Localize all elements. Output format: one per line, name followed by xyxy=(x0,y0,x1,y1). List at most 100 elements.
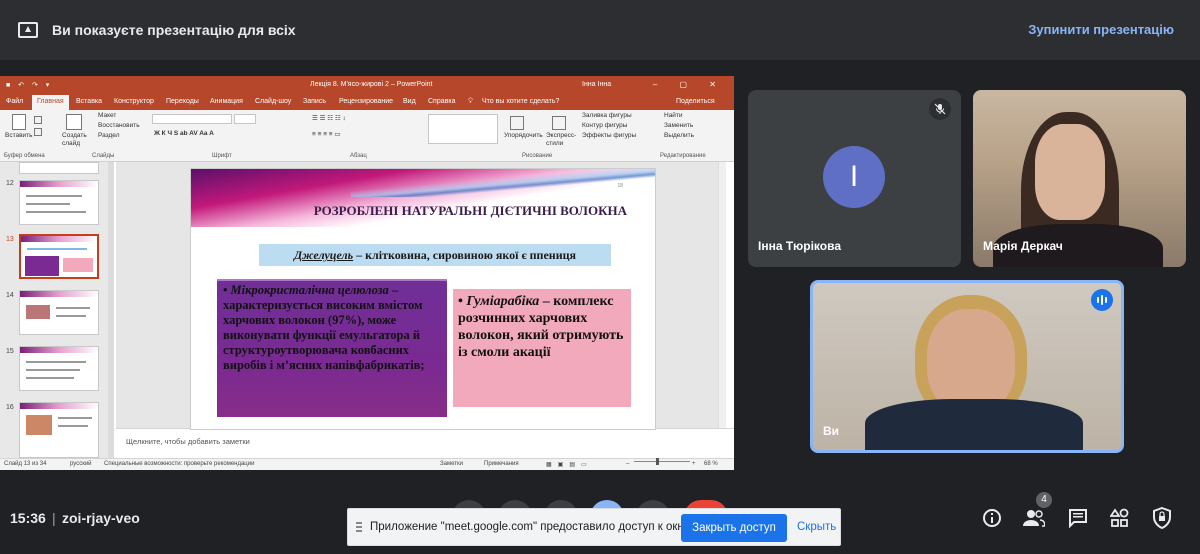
notes-toggle[interactable]: Заметки xyxy=(440,461,463,467)
paragraph-buttons[interactable]: ☰ ☰ ☷ ☷ ↕ xyxy=(312,114,346,122)
tab-slideshow[interactable]: Слайд-шоу xyxy=(255,98,291,105)
tab-view[interactable]: Вид xyxy=(403,98,416,105)
self-view-tile[interactable]: Ви xyxy=(810,280,1124,453)
notes-placeholder: Щелкните, чтобы добавить заметки xyxy=(126,437,250,446)
reset-button[interactable]: Восстановить xyxy=(98,122,140,129)
window-controls[interactable]: – ▢ ✕ xyxy=(653,80,726,89)
layout-button[interactable]: Макет xyxy=(98,112,116,119)
slide-thumbnail[interactable] xyxy=(19,402,99,458)
paste-button[interactable]: Вставить xyxy=(5,132,33,139)
subtitle-text: – клітковина, сировиною якої є ппениця xyxy=(353,248,577,262)
tell-me-box[interactable]: Что вы хотите сделать? xyxy=(482,98,559,105)
tab-insert[interactable]: Вставка xyxy=(76,98,102,105)
tab-help[interactable]: Справка xyxy=(428,98,455,105)
alignment-buttons[interactable]: ≡ ≡ ≡ ≡ ▭ xyxy=(312,130,341,138)
section-button[interactable]: Раздел xyxy=(98,132,119,139)
slide-thumbnail[interactable] xyxy=(19,290,99,335)
slide-title: РОЗРОБЛЕНІ НАТУРАЛЬНІ ДІЄТИЧНІ ВОЛОКНА xyxy=(313,203,627,218)
slide-thumbnail[interactable] xyxy=(19,180,99,225)
activities-icon[interactable] xyxy=(1108,506,1132,530)
participant-name: Марія Деркач xyxy=(983,239,1063,253)
speaking-indicator-icon xyxy=(1091,289,1113,311)
font-format-buttons[interactable]: Ж К Ч S ab AV Aa A xyxy=(154,130,214,137)
zoom-out-button[interactable]: – xyxy=(626,461,629,467)
thumbnail-number: 12 xyxy=(6,180,14,187)
stop-sharing-button[interactable]: Закрыть доступ xyxy=(681,514,787,542)
shape-outline-button[interactable]: Контур фигуры xyxy=(582,122,627,129)
shape-effects-button[interactable]: Эффекты фигуры xyxy=(582,132,636,139)
tab-design[interactable]: Конструктор xyxy=(114,98,154,105)
ppt-status-bar: Слайд 13 из 34 русский Специальные возмо… xyxy=(0,458,734,470)
slide-thumbnail[interactable] xyxy=(19,162,99,174)
slide-thumbnail-pane: 12 13 14 15 16 xyxy=(0,162,112,458)
right-box-term: Гуміарабіка xyxy=(466,294,540,309)
comments-toggle[interactable]: Примечания xyxy=(484,461,519,467)
slide-thumbnail-selected[interactable] xyxy=(19,234,99,279)
thumbnail-number: 16 xyxy=(6,404,14,411)
people-icon[interactable] xyxy=(1022,506,1046,530)
tab-transitions[interactable]: Переходы xyxy=(166,98,199,105)
paste-icon[interactable] xyxy=(12,114,26,130)
quick-styles-button[interactable]: Экспресс-стили xyxy=(546,132,576,148)
current-slide[interactable]: 18 РОЗРОБЛЕНІ НАТУРАЛЬНІ ДІЄТИЧНІ ВОЛОКН… xyxy=(190,168,656,430)
participant-tile[interactable]: Марія Деркач xyxy=(973,90,1186,267)
slide-counter: Слайд 13 из 34 xyxy=(4,461,47,467)
zoom-level[interactable]: 68 % xyxy=(704,461,718,467)
cut-icon[interactable] xyxy=(34,116,42,124)
font-name-field[interactable] xyxy=(152,114,232,124)
font-size-field[interactable] xyxy=(234,114,256,124)
notes-pane[interactable]: Щелкните, чтобы добавить заметки xyxy=(116,428,734,458)
zoom-in-button[interactable]: + xyxy=(692,461,696,467)
ppt-user-name: Інна Інна xyxy=(582,81,612,88)
slide-subtitle: Джелуцель – клітковина, сировиною якої є… xyxy=(259,244,611,266)
chat-icon[interactable] xyxy=(1066,506,1090,530)
tab-home[interactable]: Главная xyxy=(32,95,69,110)
slide-right-box: • Гуміарабіка – комплекс розчинних харчо… xyxy=(453,289,631,407)
arrange-button[interactable]: Упорядочить xyxy=(504,132,543,139)
participant-name: Інна Тюрікова xyxy=(758,239,841,253)
group-paragraph: Абзац xyxy=(350,153,367,159)
ppt-window-title: Лекція 8. М'ясо-жирові 2 – PowerPoint xyxy=(310,81,433,88)
tab-record[interactable]: Запись xyxy=(303,98,326,105)
participant-name: Ви xyxy=(823,424,840,438)
drag-handle-icon[interactable] xyxy=(356,522,362,534)
tab-review[interactable]: Рецензирование xyxy=(339,98,393,105)
separator: | xyxy=(52,510,56,526)
new-slide-icon[interactable] xyxy=(66,114,82,130)
view-buttons[interactable]: ▦▣▤▭ xyxy=(546,461,593,468)
avatar: І xyxy=(823,146,885,208)
find-button[interactable]: Найти xyxy=(664,112,683,119)
tab-file[interactable]: Файл xyxy=(6,98,23,105)
shape-fill-button[interactable]: Заливка фигуры xyxy=(582,112,632,119)
accessibility-status[interactable]: Специальные возможности: проверьте реком… xyxy=(104,461,254,467)
language-indicator[interactable]: русский xyxy=(70,461,92,467)
group-clipboard: Буфер обмена xyxy=(4,153,45,159)
hide-notification-button[interactable]: Скрыть xyxy=(797,521,836,533)
stop-presenting-button[interactable]: Зупинити презентацію xyxy=(1028,22,1174,37)
notification-text: Приложение "meet.google.com" предоставил… xyxy=(370,521,692,533)
new-slide-button[interactable]: Создать слайд xyxy=(62,132,88,148)
host-controls-icon[interactable] xyxy=(1150,506,1174,530)
participant-tile[interactable]: І Інна Тюрікова xyxy=(748,90,961,267)
meeting-details-icon[interactable] xyxy=(980,506,1004,530)
meeting-time: 15:36 xyxy=(10,510,46,526)
replace-button[interactable]: Заменить xyxy=(664,122,693,129)
tab-animations[interactable]: Анимация xyxy=(210,98,243,105)
quick-styles-icon[interactable] xyxy=(552,116,566,130)
thumbnail-scrollbar[interactable] xyxy=(108,162,114,458)
ppt-ribbon: Вставить Создать слайд Макет Восстановит… xyxy=(0,110,734,162)
thumbnail-number: 15 xyxy=(6,348,14,355)
ppt-title-bar: ■ ↶ ↷ ▾ Лекція 8. М'ясо-жирові 2 – Power… xyxy=(0,76,734,94)
slide-left-box: • Мікрокристалічна целюлоза – характериз… xyxy=(217,279,447,417)
share-button[interactable]: Поделиться xyxy=(676,98,715,105)
shapes-gallery[interactable] xyxy=(428,114,498,144)
arrange-icon[interactable] xyxy=(510,116,524,130)
zoom-slider[interactable] xyxy=(634,458,690,465)
editor-scrollbar[interactable] xyxy=(718,162,726,428)
slide-thumbnail[interactable] xyxy=(19,346,99,391)
copy-icon[interactable] xyxy=(34,128,42,136)
mic-off-icon xyxy=(929,98,951,120)
select-button[interactable]: Выделить xyxy=(664,132,694,139)
thumbnail-number: 14 xyxy=(6,292,14,299)
quick-access-toolbar[interactable]: ■ ↶ ↷ ▾ xyxy=(6,81,52,89)
